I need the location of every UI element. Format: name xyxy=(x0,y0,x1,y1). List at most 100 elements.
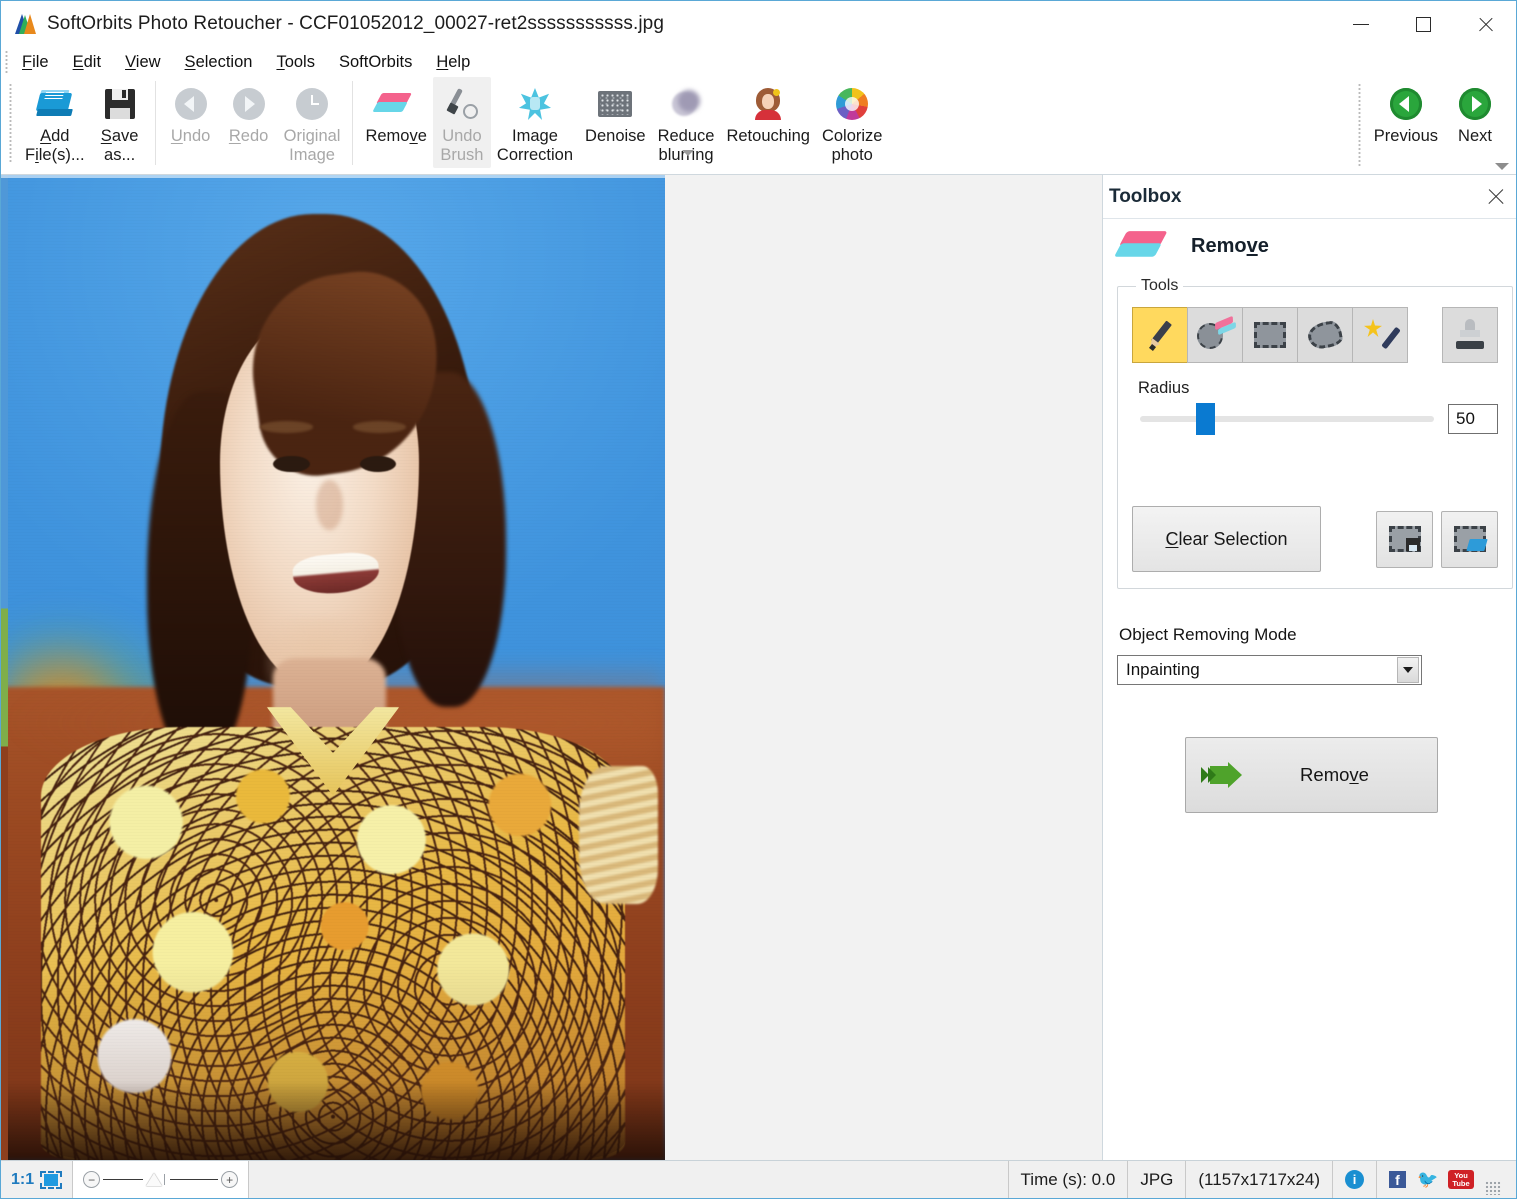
stamp-tool-button[interactable] xyxy=(1442,307,1498,363)
colorize-photo-icon xyxy=(836,84,868,124)
selection-io-group xyxy=(1376,511,1498,568)
image-correction-icon xyxy=(519,84,551,124)
save-selection-button[interactable] xyxy=(1376,511,1433,568)
save-selection-icon xyxy=(1389,526,1421,552)
close-button[interactable] xyxy=(1454,1,1516,47)
remove-section-header: Remove xyxy=(1123,233,1504,259)
undo-button[interactable]: Undo xyxy=(162,77,220,149)
previous-button[interactable]: Previous xyxy=(1368,77,1444,149)
image-correction-button[interactable]: ImageCorrection xyxy=(491,77,579,168)
pencil-icon xyxy=(1143,318,1177,352)
toolbar-separator xyxy=(155,81,156,165)
toolbox-header: Toolbox xyxy=(1103,175,1516,219)
zoom-track-right xyxy=(170,1179,218,1181)
time-cell: Time (s): 0.0 xyxy=(1009,1161,1129,1198)
denoise-button[interactable]: Denoise xyxy=(579,77,652,149)
retouching-icon xyxy=(752,84,784,124)
redo-arrow-icon xyxy=(233,84,265,124)
application-window: SoftOrbits Photo Retoucher - CCF01052012… xyxy=(0,0,1517,1199)
chevron-down-icon[interactable] xyxy=(1397,657,1419,683)
lasso-selection-tool-button[interactable] xyxy=(1297,307,1353,363)
redo-button[interactable]: Redo xyxy=(220,77,278,149)
add-files-icon xyxy=(37,84,73,124)
object-removing-mode-label: Object Removing Mode xyxy=(1119,625,1504,645)
toolbar-overflow-icon[interactable] xyxy=(682,150,694,156)
radius-slider-thumb[interactable] xyxy=(1196,403,1215,435)
save-as-icon xyxy=(105,84,135,124)
minus-icon[interactable]: − xyxy=(83,1171,100,1188)
main-toolbar: AddFile(s)... Saveas... Undo Redo Origin… xyxy=(1,77,1516,175)
plus-icon[interactable]: + xyxy=(221,1171,238,1188)
window-title: SoftOrbits Photo Retoucher - CCF01052012… xyxy=(47,13,664,35)
menu-bar: File Edit View Selection Tools SoftOrbit… xyxy=(1,47,1516,77)
selection-actions-row: Clear Selection xyxy=(1132,506,1498,572)
social-cell: f 🐦 You Tube xyxy=(1377,1161,1516,1198)
retouching-button[interactable]: Retouching xyxy=(720,77,815,149)
magic-wand-icon xyxy=(1363,318,1397,352)
menu-softorbits[interactable]: SoftOrbits xyxy=(328,51,423,74)
softorbits-logo-icon xyxy=(15,13,37,35)
fit-to-screen-icon[interactable] xyxy=(40,1171,62,1189)
next-button[interactable]: Next xyxy=(1444,77,1506,149)
magic-wand-tool-button[interactable] xyxy=(1352,307,1408,363)
twitter-icon[interactable]: 🐦 xyxy=(1417,1171,1437,1188)
lasso-selection-icon xyxy=(1306,320,1343,350)
green-arrow-icon xyxy=(1200,762,1242,788)
radius-input[interactable]: 50 xyxy=(1448,404,1498,434)
clear-selection-button[interactable]: Clear Selection xyxy=(1132,506,1321,572)
menu-view[interactable]: View xyxy=(114,51,171,74)
close-icon xyxy=(1477,16,1494,33)
remove-section-title: Remove xyxy=(1191,235,1269,258)
maximize-button[interactable] xyxy=(1392,1,1454,47)
rectangle-selection-tool-button[interactable] xyxy=(1242,307,1298,363)
clock-history-icon xyxy=(296,84,328,124)
undo-brush-button[interactable]: UndoBrush xyxy=(433,77,491,168)
menu-tools[interactable]: Tools xyxy=(265,51,326,74)
navigation-grip[interactable] xyxy=(1358,83,1361,167)
eraser-tool-button[interactable] xyxy=(1187,307,1243,363)
tools-group: Tools xyxy=(1117,277,1513,589)
radius-slider-row: 50 xyxy=(1132,404,1498,434)
object-removing-mode-select[interactable]: Inpainting xyxy=(1117,655,1422,685)
colorize-photo-button[interactable]: Colorizephoto xyxy=(816,77,889,168)
save-as-button[interactable]: Saveas... xyxy=(91,77,149,168)
workspace: Toolbox Remove Tools xyxy=(1,175,1516,1160)
previous-arrow-icon xyxy=(1390,84,1422,124)
resize-grip[interactable] xyxy=(1485,1181,1501,1195)
load-selection-button[interactable] xyxy=(1441,511,1498,568)
zoom-slider-thumb[interactable] xyxy=(146,1173,162,1186)
menu-help[interactable]: Help xyxy=(425,51,481,74)
menu-file[interactable]: File xyxy=(11,51,60,74)
minimize-button[interactable] xyxy=(1330,1,1392,47)
zoom-slider[interactable]: − + xyxy=(73,1161,249,1198)
toolbar-nav-overflow-icon[interactable] xyxy=(1495,163,1509,170)
radius-slider[interactable] xyxy=(1140,416,1434,422)
toolbar-navigation-group: Previous Next xyxy=(1356,77,1516,173)
toolbox-close-icon[interactable] xyxy=(1486,187,1506,207)
zoom-ratio-label[interactable]: 1:1 xyxy=(1,1171,40,1189)
info-icon[interactable]: i xyxy=(1345,1170,1364,1189)
stamp-icon xyxy=(1455,319,1485,351)
tools-row xyxy=(1132,307,1498,363)
toolbox-title: Toolbox xyxy=(1109,186,1486,208)
title-bar: SoftOrbits Photo Retoucher - CCF01052012… xyxy=(1,1,1516,47)
colorized-vintage-portrait-photo[interactable] xyxy=(1,175,665,1160)
minimize-icon xyxy=(1353,24,1369,25)
reduce-blurring-icon xyxy=(670,84,702,124)
menu-edit[interactable]: Edit xyxy=(62,51,112,74)
menu-selection[interactable]: Selection xyxy=(174,51,264,74)
info-cell[interactable]: i xyxy=(1333,1161,1377,1198)
remove-action-button[interactable]: Remove xyxy=(1185,737,1438,813)
original-image-button[interactable]: OriginalImage xyxy=(278,77,347,168)
image-canvas[interactable] xyxy=(1,175,1102,1160)
brush-tool-button[interactable] xyxy=(1132,307,1188,363)
dimensions-cell: (1157x1717x24) xyxy=(1186,1161,1333,1198)
zoom-track-left xyxy=(103,1179,143,1181)
tools-group-legend: Tools xyxy=(1136,277,1183,295)
facebook-icon[interactable]: f xyxy=(1389,1171,1406,1188)
add-files-button[interactable]: AddFile(s)... xyxy=(19,77,91,168)
eraser-icon xyxy=(379,84,413,124)
youtube-icon[interactable]: You Tube xyxy=(1448,1170,1474,1189)
remove-button[interactable]: Remove xyxy=(359,77,432,149)
toolbar-grip[interactable] xyxy=(9,83,12,164)
